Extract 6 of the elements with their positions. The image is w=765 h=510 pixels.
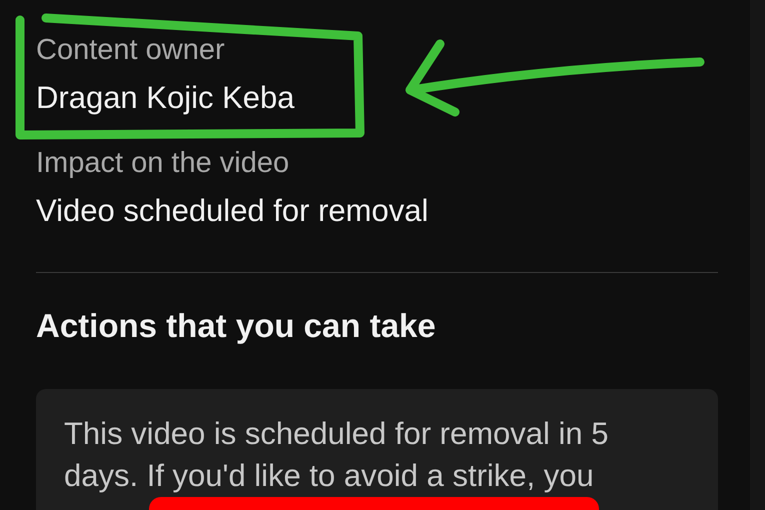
field-value: Video scheduled for removal: [36, 193, 428, 229]
field-label: Impact on the video: [36, 146, 290, 181]
message-text: This video is scheduled for removal in 5 days. If you'd like to avoid a strike, you: [64, 415, 610, 495]
field-value: Dragan Kojic Keba: [36, 80, 294, 116]
section-heading: Actions that you can take: [36, 306, 437, 346]
field-label: Content owner: [36, 33, 226, 68]
